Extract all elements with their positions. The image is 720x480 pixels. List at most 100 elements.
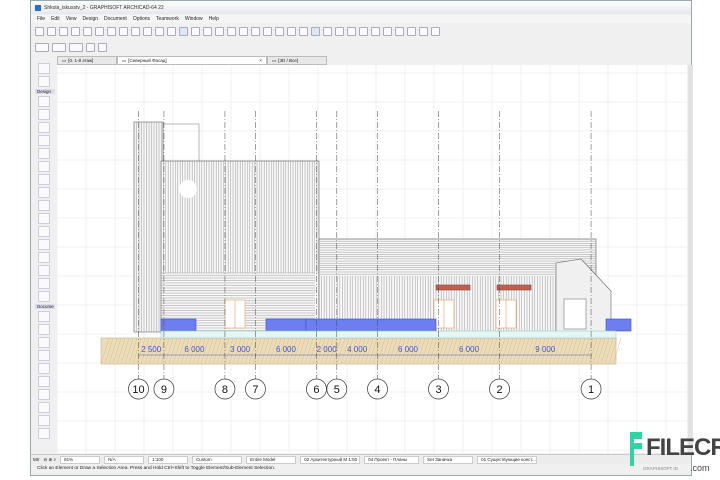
menu-file[interactable]: File [37, 16, 45, 22]
model-view-field[interactable]: Entire Model [246, 455, 297, 464]
design-tool[interactable] [38, 252, 50, 263]
toolbar-button[interactable] [35, 42, 49, 52]
toolbar-button[interactable] [251, 26, 260, 36]
toolbar-button[interactable] [275, 26, 284, 36]
toolbar-button[interactable] [35, 26, 44, 36]
zoom-field[interactable]: 81% [60, 455, 101, 464]
toolbar-button[interactable] [143, 26, 152, 36]
view-mode-field[interactable]: 04 Проект - Планы [364, 455, 420, 464]
toolbar-button[interactable] [407, 26, 416, 36]
app-icon [35, 4, 41, 11]
toolbar-button[interactable] [167, 26, 176, 36]
toolbar-button[interactable] [335, 26, 344, 36]
close-tab-icon[interactable]: × [259, 58, 262, 63]
toolbar-button[interactable] [179, 26, 188, 36]
document-tool[interactable] [38, 402, 50, 413]
dimension-label: 6 000 [459, 345, 480, 354]
toolbar-button[interactable] [119, 26, 128, 36]
design-tool[interactable] [38, 278, 50, 289]
toolbar-button[interactable] [347, 26, 356, 36]
document-tool[interactable] [38, 337, 50, 348]
menu-view[interactable]: View [66, 16, 77, 22]
toolbar-button[interactable] [371, 26, 380, 36]
toolbar-button[interactable] [299, 26, 308, 36]
document-tool[interactable] [38, 376, 50, 387]
toolbar-button[interactable] [263, 26, 272, 36]
toolbar-button[interactable] [98, 42, 107, 52]
toolbar-button[interactable] [239, 26, 248, 36]
toolbar-button[interactable] [227, 26, 236, 36]
secondary-toolbar [35, 40, 107, 54]
document-tool[interactable] [38, 363, 50, 374]
zoom-icons[interactable]: ⊖ ⊕ ⌕ [44, 457, 57, 463]
angle-field[interactable]: N/A [104, 455, 145, 464]
design-tool[interactable] [38, 239, 50, 250]
menu-options[interactable]: Options [133, 16, 150, 22]
menu-edit[interactable]: Edit [51, 16, 60, 22]
toolbar-button[interactable] [83, 26, 92, 36]
arrow-tool[interactable] [38, 63, 50, 74]
document-tool[interactable] [38, 428, 50, 439]
design-tool[interactable] [38, 122, 50, 133]
toolbar-button[interactable] [431, 26, 440, 36]
toolbar-button[interactable] [107, 26, 116, 36]
renovation-field[interactable]: Set Заначка [423, 455, 474, 464]
document-tool[interactable] [38, 311, 50, 322]
scale-field[interactable]: 1:100 [148, 455, 189, 464]
toolbar-button[interactable] [311, 26, 320, 36]
design-tool[interactable] [38, 148, 50, 159]
toolbar-button[interactable] [203, 26, 212, 36]
vertical-scrollbar[interactable] [688, 65, 693, 453]
toolbar-button[interactable] [215, 26, 224, 36]
design-tool[interactable] [38, 200, 50, 211]
menu-teamwork[interactable]: Teamwork [156, 16, 179, 22]
design-tool[interactable] [38, 265, 50, 276]
design-tool[interactable] [38, 96, 50, 107]
design-tool[interactable] [38, 109, 50, 120]
tab-label: [3D / Все] [278, 58, 299, 63]
toolbar-button[interactable] [69, 42, 83, 52]
design-tool[interactable] [38, 161, 50, 172]
toolbar-button[interactable] [71, 26, 80, 36]
toolbar-button[interactable] [52, 42, 66, 52]
document-tool[interactable] [38, 324, 50, 335]
document-tool[interactable] [38, 389, 50, 400]
tab-2[interactable]: ▭ [3D / Все] [267, 56, 327, 65]
toolbar-button[interactable] [95, 26, 104, 36]
toolbar-button[interactable] [383, 26, 392, 36]
menu-document[interactable]: Document [104, 16, 127, 22]
layer-combination-field[interactable]: Custom [192, 455, 243, 464]
structure-field[interactable]: 01 Существующие конст... [477, 455, 538, 464]
toolbar-button[interactable] [86, 42, 95, 52]
menu-design[interactable]: Design [82, 16, 98, 22]
document-tool[interactable] [38, 415, 50, 426]
toolbar-button[interactable] [191, 26, 200, 36]
tab-1[interactable]: ▭ [Северный Фасад] × [117, 56, 267, 65]
design-tool[interactable] [38, 213, 50, 224]
toolbar-button[interactable] [323, 26, 332, 36]
document-tool[interactable] [38, 350, 50, 361]
design-tool[interactable] [38, 174, 50, 185]
design-tool[interactable] [38, 135, 50, 146]
toolbar-button[interactable] [59, 26, 68, 36]
design-tool[interactable] [38, 226, 50, 237]
axis-label: 7 [252, 384, 258, 396]
toolbar-button[interactable] [395, 26, 404, 36]
tab-0[interactable]: ▭ [0. 1-й этаж] [57, 56, 117, 65]
pen-set-field[interactable]: 02 Архитектурный М 1:50 [300, 455, 361, 464]
elevation-drawing[interactable]: 2 500 6 000 3 000 6 000 2 000 4 000 6 000 6 000… [57, 65, 687, 453]
drawing-canvas[interactable]: 2 500 6 000 3 000 6 000 2 000 4 000 6 000 6 000… [57, 65, 687, 453]
toolbar-button[interactable] [359, 26, 368, 36]
toolbar-button[interactable] [155, 26, 164, 36]
toolbar-button[interactable] [287, 26, 296, 36]
marquee-tool[interactable] [38, 76, 50, 87]
menu-help[interactable]: Help [209, 16, 219, 22]
axis-label: 8 [222, 384, 228, 396]
toolbar-button[interactable] [131, 26, 140, 36]
toolbar-button[interactable] [419, 26, 428, 36]
design-tool[interactable] [38, 291, 50, 302]
design-tool[interactable] [38, 187, 50, 198]
tower-top-frame [162, 123, 200, 163]
toolbar-button[interactable] [47, 26, 56, 36]
menu-window[interactable]: Window [185, 16, 203, 22]
